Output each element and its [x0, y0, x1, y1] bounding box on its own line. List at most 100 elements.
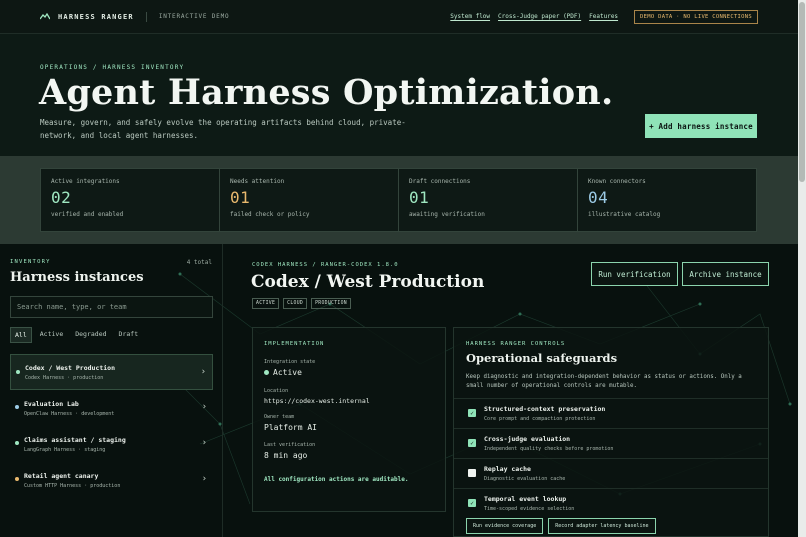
control-cross-judge[interactable]: ✓ Cross-judge evaluation Independent qua…: [454, 428, 768, 458]
search-input[interactable]: [10, 296, 213, 318]
controls-eyebrow: HARNESS RANGER CONTROLS: [466, 341, 566, 347]
instance-name: Evaluation Lab: [24, 399, 79, 408]
workspace: INVENTORY 4 total Harness instances All …: [0, 244, 798, 537]
status-filters: All Active Degraded Draft: [10, 327, 142, 343]
controls-description: Keep diagnostic and integration-dependen…: [466, 374, 742, 389]
add-harness-instance-button[interactable]: + Add harness instance: [645, 114, 757, 138]
stats-panel: Active integrations 02 verified and enab…: [40, 168, 757, 232]
status-dot-icon: [15, 441, 19, 445]
ranger-logo-icon: [39, 12, 51, 21]
brand-divider: [145, 11, 147, 22]
stat-note: verified and enabled: [51, 211, 124, 218]
control-replay-cache[interactable]: Replay cache Diagnostic evaluation cache: [454, 458, 768, 488]
status-dot-icon: [15, 405, 19, 409]
stat-note: awaiting verification: [409, 211, 485, 218]
inventory-eyebrow: INVENTORY: [10, 259, 51, 265]
archive-instance-button[interactable]: Archive instance: [682, 262, 769, 286]
nav-link-cross-judge-paper[interactable]: Cross-Judge paper (PDF): [498, 13, 581, 20]
nav-link-features[interactable]: Features: [589, 13, 618, 20]
instance-item-retail-canary[interactable]: Retail agent canary Custom HTTP Harness …: [10, 462, 213, 498]
top-nav: HARNESS RANGER INTERACTIVE DEMO System f…: [0, 0, 798, 34]
controls-title: Operational safeguards: [466, 351, 618, 365]
filter-draft[interactable]: Draft: [115, 327, 143, 343]
control-description: Independent quality checks before promot…: [484, 446, 614, 452]
audit-note: All configuration actions are auditable.: [264, 476, 409, 483]
instance-name: Claims assistant / staging: [24, 435, 126, 444]
checkbox-checked-icon[interactable]: ✓: [468, 409, 476, 417]
record-latency-baseline-button[interactable]: Record adapter latency baseline: [548, 518, 656, 534]
page-scrollbar[interactable]: [798, 0, 806, 537]
instance-item-evaluation-lab[interactable]: Evaluation Lab OpenClaw Harness · develo…: [10, 390, 213, 426]
last-verification-value: 8 min ago: [264, 451, 308, 460]
inventory-sidebar: INVENTORY 4 total Harness instances All …: [0, 244, 223, 537]
chevron-right-icon: ›: [201, 438, 207, 448]
control-description: Time-scoped evidence selection: [484, 506, 575, 512]
instance-item-claims-assistant[interactable]: Claims assistant / staging LangGraph Har…: [10, 426, 213, 462]
nav-link-system-flow[interactable]: System flow: [450, 13, 490, 20]
stat-label: Active integrations: [51, 178, 120, 185]
last-verification-label: Last verification: [264, 442, 316, 448]
brand-subtitle: INTERACTIVE DEMO: [158, 13, 230, 20]
demo-data-badge: DEMO DATA · NO LIVE CONNECTIONS: [634, 9, 758, 24]
scrollbar-thumb[interactable]: [799, 2, 805, 182]
implementation-eyebrow: IMPLEMENTATION: [264, 341, 325, 347]
instance-list: Codex / West Production Codex Harness · …: [10, 354, 213, 498]
hero-description: Measure, govern, and safely evolve the o…: [40, 118, 406, 140]
tag-active: ACTIVE: [252, 298, 280, 309]
chevron-right-icon: ›: [201, 402, 207, 412]
control-description: Core prompt and compaction protection: [484, 416, 596, 422]
filter-degraded[interactable]: Degraded: [71, 327, 110, 343]
brand[interactable]: HARNESS RANGER INTERACTIVE DEMO: [39, 11, 230, 22]
breadcrumb: CODEX HARNESS / RANGER-CODEX 1.8.0: [252, 262, 399, 268]
tag-production: PRODUCTION: [311, 298, 351, 309]
location-value: https://codex-west.internal: [264, 397, 370, 405]
stat-value: 01: [230, 188, 251, 207]
control-name: Structured-context preservation: [484, 405, 606, 413]
instance-meta: OpenClaw Harness · development: [24, 410, 115, 417]
stat-needs-attention: Needs attention 01 failed check or polic…: [220, 169, 399, 231]
instance-item-codex-west[interactable]: Codex / West Production Codex Harness · …: [10, 354, 213, 390]
tag-cloud: CLOUD: [283, 298, 308, 309]
stat-label: Draft connections: [409, 178, 471, 185]
stats-band: Active integrations 02 verified and enab…: [0, 156, 798, 244]
control-structured-context[interactable]: ✓ Structured-context preservation Core p…: [454, 398, 768, 428]
integration-state-text: Active: [273, 368, 302, 377]
hero-eyebrow: OPERATIONS / HARNESS INVENTORY: [40, 64, 185, 71]
control-actions: Run evidence coverage Record adapter lat…: [466, 518, 656, 534]
instance-meta: Custom HTTP Harness · production: [24, 482, 121, 489]
filter-active[interactable]: Active: [36, 327, 67, 343]
nav-links: System flow Cross-Judge paper (PDF) Feat…: [450, 9, 758, 24]
owner-team-value: Platform AI: [264, 423, 317, 432]
instance-title: Codex / West Production: [251, 272, 485, 292]
instance-name: Retail agent canary: [24, 471, 99, 480]
instance-name: Codex / West Production: [25, 363, 116, 372]
chevron-right-icon: ›: [201, 474, 207, 484]
status-dot-icon: [264, 370, 269, 375]
stat-active-integrations: Active integrations 02 verified and enab…: [41, 169, 220, 231]
inventory-title: Harness instances: [10, 270, 144, 285]
stat-note: failed check or policy: [230, 211, 310, 218]
control-description: Diagnostic evaluation cache: [484, 476, 566, 482]
control-name: Replay cache: [484, 465, 531, 473]
checkbox-checked-icon[interactable]: ✓: [468, 439, 476, 447]
stat-draft-connections: Draft connections 01 awaiting verificati…: [399, 169, 578, 231]
stat-known-connectors: Known connectors 04 illustrative catalog: [578, 169, 756, 231]
checkbox-unchecked-icon[interactable]: [468, 469, 476, 477]
checkbox-checked-icon[interactable]: ✓: [468, 499, 476, 507]
inventory-total: 4 total: [186, 259, 212, 266]
stat-value: 01: [409, 188, 430, 207]
run-verification-button[interactable]: Run verification: [591, 262, 678, 286]
run-evidence-coverage-button[interactable]: Run evidence coverage: [466, 518, 544, 534]
stat-label: Needs attention: [230, 178, 285, 185]
page-title: Agent Harness Optimization.: [39, 72, 614, 113]
implementation-card: IMPLEMENTATION Integration state Active …: [252, 327, 446, 512]
filter-all[interactable]: All: [10, 327, 32, 343]
status-dot-icon: [16, 370, 20, 374]
instance-meta: Codex Harness · production: [25, 374, 104, 381]
integration-state-value: Active: [264, 368, 302, 377]
status-dot-icon: [15, 477, 19, 481]
stat-label: Known connectors: [588, 178, 646, 185]
control-temporal-lookup[interactable]: ✓ Temporal event lookup Time-scoped evid…: [454, 488, 768, 518]
hero-section: OPERATIONS / HARNESS INVENTORY Agent Har…: [0, 34, 798, 156]
owner-team-label: Owner team: [264, 414, 295, 420]
